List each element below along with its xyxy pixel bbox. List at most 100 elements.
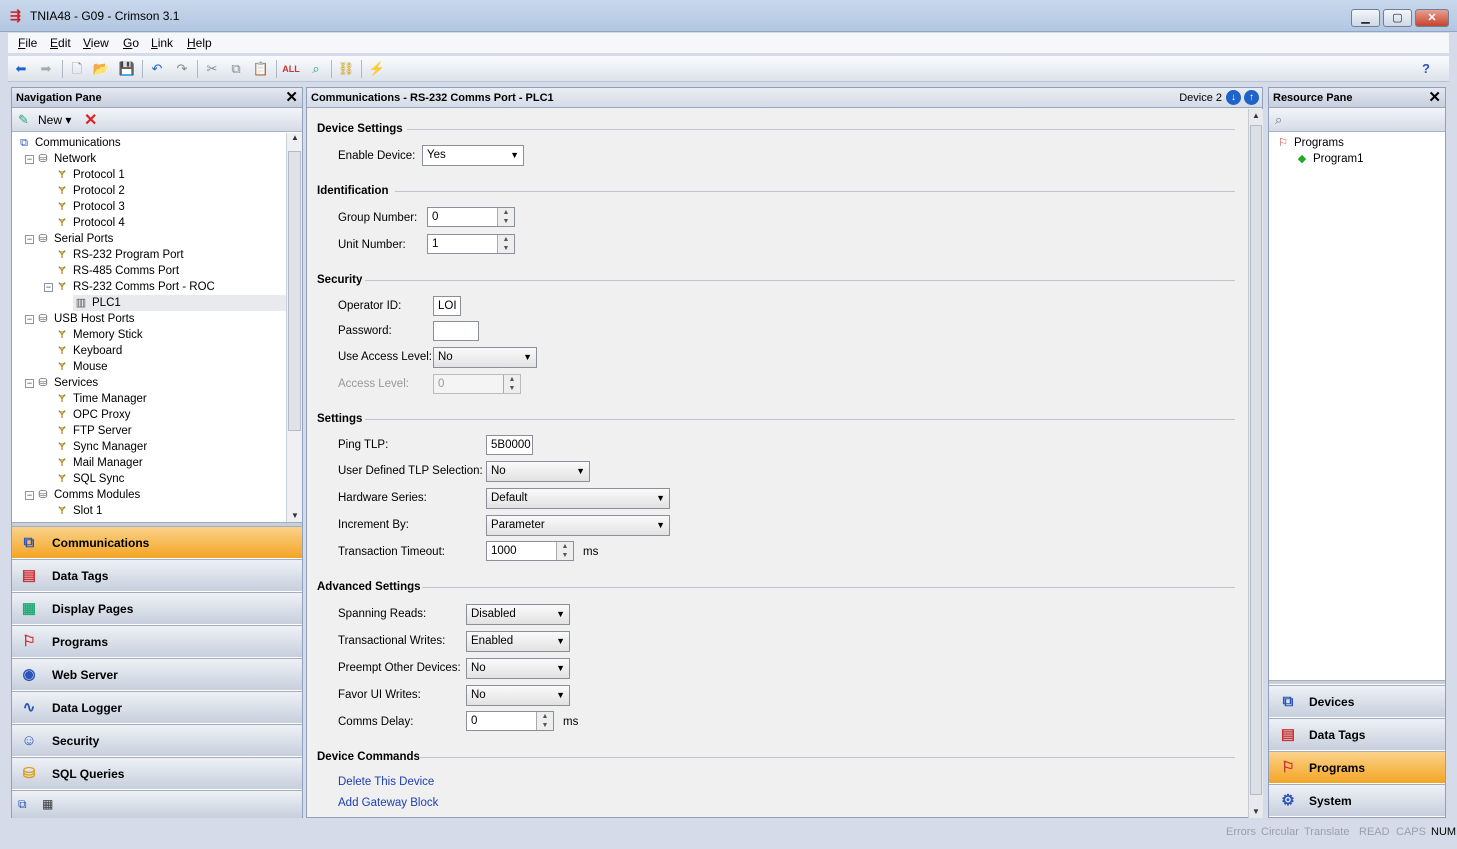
redo-icon[interactable]: ↷ [173, 60, 191, 78]
paste-icon[interactable]: 📋 [252, 60, 270, 78]
nav-category-sql-queries[interactable]: ⛁ SQL Queries [12, 757, 302, 789]
nav-category-security[interactable]: ☺ Security [12, 724, 302, 756]
tree-item[interactable]: Ɏ SQL Sync [54, 471, 124, 487]
favor-ui-select[interactable]: No ▼ [466, 685, 570, 706]
resource-category-system[interactable]: ⚙ System [1269, 784, 1445, 816]
nav-category-web-server[interactable]: ◉ Web Server [12, 658, 302, 690]
menu-link[interactable]: Link [151, 36, 173, 50]
comms-delay-field[interactable]: 0 ▲ ▼ [466, 711, 554, 731]
menu-file[interactable]: File [18, 36, 37, 50]
next-device-icon[interactable]: ↓ [1226, 90, 1241, 105]
tree-item[interactable]: ⛁ Comms Modules [35, 487, 140, 503]
tree-item[interactable]: Ɏ OPC Proxy [54, 407, 130, 423]
resource-item-programs[interactable]: ⚐ Programs [1275, 135, 1344, 151]
prev-device-icon[interactable]: ↑ [1244, 90, 1259, 105]
tree-expand-toggle[interactable]: − [25, 155, 34, 164]
resource-item-program1[interactable]: ◆ Program1 [1294, 151, 1364, 167]
tree-item[interactable]: Ɏ Protocol 2 [54, 183, 124, 199]
module-icon[interactable]: ▦ [42, 797, 53, 811]
resource-category-programs[interactable]: ⚐ Programs [1269, 751, 1445, 783]
tree-item[interactable]: Ɏ Memory Stick [54, 327, 143, 343]
nav-category-programs[interactable]: ⚐ Programs [12, 625, 302, 657]
tree-item[interactable]: ⛁ Serial Ports [35, 231, 113, 247]
group-number-field[interactable]: 0 ▲ ▼ [427, 207, 515, 227]
add-gateway-block-link[interactable]: Add Gateway Block [338, 797, 438, 809]
nav-category-communications[interactable]: ⧉ Communications [12, 526, 302, 558]
maximize-button[interactable]: ▢ [1383, 9, 1412, 27]
tree-item[interactable]: Ɏ FTP Server [54, 423, 131, 439]
network-icon[interactable]: ⧉ [18, 797, 27, 812]
resource-category-devices[interactable]: ⧉ Devices [1269, 685, 1445, 717]
menu-view[interactable]: View [83, 36, 109, 50]
undo-icon[interactable]: ↶ [148, 60, 166, 78]
hardware-series-select[interactable]: Default ▼ [486, 488, 670, 509]
tree-item[interactable]: Ɏ Protocol 1 [54, 167, 124, 183]
ping-tlp-field[interactable]: 5B0000 [486, 435, 533, 455]
copy-icon[interactable]: ⧉ [227, 60, 245, 78]
use-access-level-select[interactable]: No ▼ [433, 347, 537, 368]
menu-edit[interactable]: Edit [50, 36, 71, 50]
tree-item[interactable]: Ɏ Protocol 4 [54, 215, 124, 231]
tree-item[interactable]: ⛁ USB Host Ports [35, 311, 134, 327]
cut-icon[interactable]: ✂ [203, 60, 221, 78]
tree-item[interactable]: Ɏ Time Manager [54, 391, 146, 407]
nav-category-display-pages[interactable]: ▦ Display Pages [12, 592, 302, 624]
nav-close-icon[interactable]: ✕ [285, 88, 298, 107]
tree-item[interactable]: Ɏ Sync Manager [54, 439, 147, 455]
tree-expand-toggle[interactable]: − [25, 379, 34, 388]
tree-item[interactable]: Ɏ Keyboard [54, 343, 122, 359]
transaction-timeout-field[interactable]: 1000 ▲ ▼ [486, 541, 574, 561]
tree-item[interactable]: ⧉ Communications [16, 135, 121, 151]
tree-expand-toggle[interactable]: − [25, 315, 34, 324]
tree-item[interactable]: Ɏ Mouse [54, 359, 107, 375]
tree-item-icon: Ɏ [58, 457, 66, 469]
save-icon[interactable]: 💾 [118, 60, 136, 78]
help-icon[interactable]: ? [1417, 60, 1435, 78]
minimize-button[interactable]: ▁ [1351, 9, 1380, 27]
unit-number-field[interactable]: 1 ▲ ▼ [427, 234, 515, 254]
tree-scrollbar[interactable]: ▲ ▼ [286, 133, 302, 522]
new-file-icon[interactable]: 🗋 [68, 60, 86, 78]
tree-expand-toggle[interactable]: − [44, 283, 53, 292]
back-icon[interactable]: ⬅ [12, 60, 30, 78]
tree-item[interactable]: Ɏ Slot 1 [54, 503, 102, 519]
close-button[interactable]: ✕ [1415, 9, 1449, 27]
tree-expand-toggle[interactable]: − [25, 235, 34, 244]
link-icon[interactable]: ⛓ [337, 60, 355, 78]
tree-item[interactable]: ⛁ Network [35, 151, 96, 167]
wand-icon[interactable]: ⚡ [368, 60, 386, 78]
resource-close-icon[interactable]: ✕ [1428, 88, 1441, 107]
tree-item[interactable]: ▥ PLC1 [73, 295, 286, 311]
preempt-select[interactable]: No ▼ [466, 658, 570, 679]
forward-icon[interactable]: ➡ [37, 60, 55, 78]
delete-device-link[interactable]: Delete This Device [338, 776, 434, 788]
transactional-writes-select[interactable]: Enabled ▼ [466, 631, 570, 652]
tree-item-label: Memory Stick [73, 329, 143, 341]
open-folder-icon[interactable]: 📂 [92, 60, 110, 78]
delete-icon[interactable]: ✕ [84, 110, 97, 130]
tree-item[interactable]: ⛁ Services [35, 375, 98, 391]
spanning-reads-select[interactable]: Disabled ▼ [466, 604, 570, 625]
find-icon[interactable]: ⌕ [307, 60, 325, 78]
tree-item[interactable]: Ɏ Mail Manager [54, 455, 142, 471]
menu-help[interactable]: Help [187, 36, 212, 50]
tree-item[interactable]: Ɏ RS-485 Comms Port [54, 263, 179, 279]
enable-device-select[interactable]: Yes ▼ [422, 145, 524, 166]
tree-item[interactable]: Ɏ RS-232 Comms Port - ROC [54, 279, 215, 295]
new-button[interactable]: New ▾ [38, 113, 71, 127]
tree-item[interactable]: Ɏ Protocol 3 [54, 199, 124, 215]
user-tlp-select[interactable]: No ▼ [486, 461, 590, 482]
increment-by-select[interactable]: Parameter ▼ [486, 515, 670, 536]
nav-category-data-tags[interactable]: ▤ Data Tags [12, 559, 302, 591]
tree-expand-toggle[interactable]: − [25, 491, 34, 500]
tree-item-icon: Ɏ [58, 201, 66, 213]
nav-category-data-logger[interactable]: ∿ Data Logger [12, 691, 302, 723]
resource-category-data-tags[interactable]: ▤ Data Tags [1269, 718, 1445, 750]
editor-scrollbar[interactable]: ▲ ▼ [1248, 109, 1263, 818]
spell-check-icon[interactable]: ALL [282, 60, 300, 78]
operator-id-field[interactable]: LOI [433, 296, 461, 316]
password-field[interactable] [433, 321, 479, 341]
tree-item[interactable]: Ɏ RS-232 Program Port [54, 247, 183, 263]
search-icon[interactable]: ⌕ [1275, 112, 1282, 128]
menu-go[interactable]: Go [123, 36, 139, 50]
